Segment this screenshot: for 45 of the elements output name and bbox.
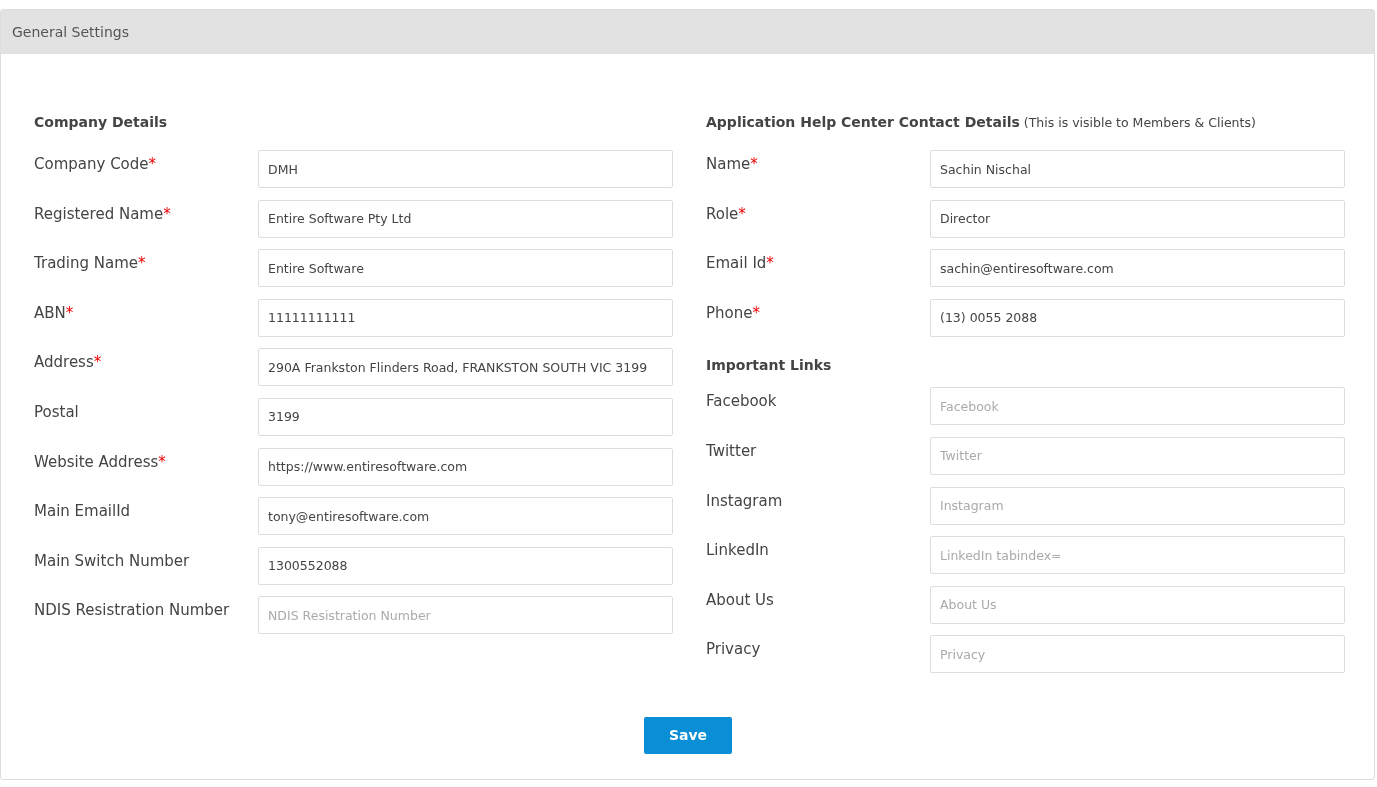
field-label: Postal — [34, 401, 80, 423]
input-field[interactable]: sachin@entiresoftware.com — [930, 249, 1345, 288]
input-field[interactable]: Director — [930, 199, 1345, 238]
input-field[interactable]: Facebook — [930, 387, 1345, 426]
field-label: Main EmailId — [34, 501, 132, 523]
field-label: ABN* — [34, 302, 75, 324]
input-field[interactable]: Entire Software Pty Ltd — [258, 199, 673, 238]
input-field[interactable]: 3199 — [258, 397, 673, 436]
section-heading: Application Help Center Contact Details (This is visible to Members & Clients) — [706, 114, 1257, 132]
field-label: Trading Name* — [34, 253, 147, 275]
field-label: Email Id* — [706, 253, 775, 275]
save-button[interactable]: Save — [644, 716, 732, 754]
field-label: NDIS Resistration Number — [34, 600, 231, 622]
panel-title: General Settings — [12, 24, 130, 40]
field-label: Role* — [706, 203, 747, 225]
field-label: About Us — [706, 589, 775, 611]
field-label: Name* — [706, 154, 759, 175]
field-label: Main Switch Number — [34, 550, 191, 572]
input-field[interactable]: Sachin Nischal — [930, 150, 1345, 188]
field-label: Website Address* — [34, 451, 167, 473]
field-label: Registered Name* — [34, 203, 172, 225]
input-field[interactable]: 1300552088 — [258, 546, 673, 585]
field-label: Instagram — [706, 490, 784, 512]
section-heading: Company Details — [34, 114, 169, 132]
input-field[interactable]: (13) 0055 2088 — [930, 298, 1345, 337]
input-field[interactable]: tony@entiresoftware.com — [258, 497, 673, 536]
input-field[interactable]: 11111111111 — [258, 298, 673, 337]
field-label: Twitter — [706, 440, 758, 462]
field-label: Phone* — [706, 302, 761, 324]
input-field[interactable]: Privacy — [930, 635, 1345, 674]
field-label: Address* — [34, 352, 103, 374]
input-field[interactable]: LinkedIn tabindex= — [930, 536, 1345, 575]
input-field[interactable]: 290A Frankston Flinders Road, FRANKSTON SOUTH VIC 3199 — [258, 348, 673, 387]
input-field[interactable]: Entire Software — [258, 249, 673, 288]
field-label: LinkedIn — [706, 540, 770, 562]
input-field[interactable]: About Us — [930, 585, 1345, 624]
section-heading: Important Links — [706, 356, 833, 376]
input-field[interactable]: Twitter — [930, 436, 1345, 475]
input-field[interactable]: NDIS Resistration Number — [258, 596, 673, 635]
input-field[interactable]: DMH — [258, 150, 673, 188]
field-label: Company Code* — [34, 154, 158, 175]
field-label: Privacy — [706, 639, 762, 661]
field-label: Facebook — [706, 391, 778, 413]
input-field[interactable]: https://www.entiresoftware.com — [258, 447, 673, 486]
input-field[interactable]: Instagram — [930, 486, 1345, 525]
